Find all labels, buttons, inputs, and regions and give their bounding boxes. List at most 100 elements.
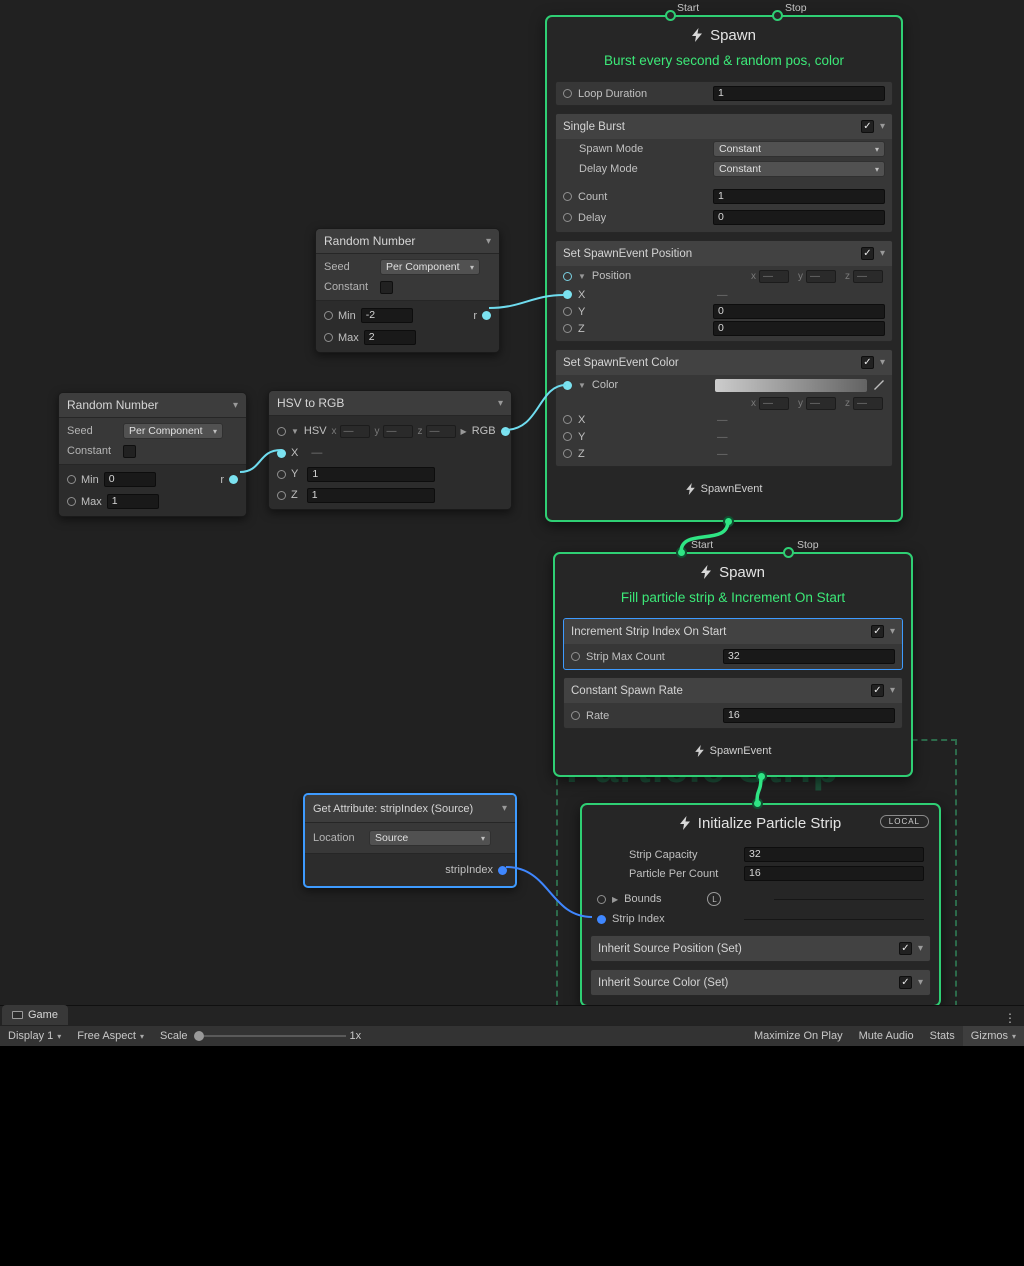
position-port[interactable] bbox=[563, 272, 572, 281]
collapse-chevron-icon[interactable]: ▾ bbox=[502, 803, 507, 814]
local-badge[interactable]: LOCAL bbox=[880, 815, 929, 828]
block-enabled-checkbox[interactable]: ✓ bbox=[861, 120, 874, 133]
aspect-dropdown[interactable]: Free Aspect ▾ bbox=[69, 1026, 152, 1046]
position-z-field[interactable]: 0 bbox=[713, 321, 885, 336]
hsv-input-port[interactable] bbox=[277, 427, 286, 436]
particle-per-count-field[interactable]: 16 bbox=[744, 866, 924, 881]
rate-field[interactable]: 16 bbox=[723, 708, 895, 723]
rgb-output-port[interactable] bbox=[501, 427, 510, 436]
stripindex-output-port[interactable] bbox=[498, 866, 507, 875]
expand-triangle-icon[interactable]: ▼ bbox=[291, 427, 299, 436]
r-output-port[interactable] bbox=[482, 311, 491, 320]
block-chevron-icon[interactable]: ▾ bbox=[918, 943, 923, 954]
loop-duration-port[interactable] bbox=[563, 89, 572, 98]
spawn-mode-dropdown[interactable]: Constant ▾ bbox=[713, 141, 885, 157]
stop-flow-port[interactable] bbox=[783, 547, 794, 558]
local-space-toggle-icon[interactable]: L bbox=[707, 892, 721, 906]
block-chevron-icon[interactable]: ▾ bbox=[890, 685, 895, 696]
rate-port[interactable] bbox=[571, 711, 580, 720]
position-y-port[interactable] bbox=[563, 307, 572, 316]
delay-mode-dropdown[interactable]: Constant ▾ bbox=[713, 161, 885, 177]
block-enabled-checkbox[interactable]: ✓ bbox=[861, 356, 874, 369]
min-value-field[interactable]: 0 bbox=[104, 472, 156, 487]
stop-flow-port[interactable] bbox=[772, 10, 783, 21]
x-input-port[interactable] bbox=[277, 449, 286, 458]
expand-triangle-icon[interactable]: ▼ bbox=[578, 272, 586, 281]
block-constant-spawn-rate[interactable]: Constant Spawn Rate ✓ ▾ Rate 16 bbox=[563, 677, 903, 729]
color-x-port[interactable] bbox=[563, 415, 572, 424]
seed-dropdown[interactable]: Per Component ▾ bbox=[380, 259, 480, 275]
block-chevron-icon[interactable]: ▾ bbox=[880, 121, 885, 132]
expand-triangle-icon[interactable]: ▶ bbox=[612, 895, 618, 904]
stats-button[interactable]: Stats bbox=[922, 1026, 963, 1046]
position-x-port[interactable] bbox=[563, 290, 572, 299]
start-flow-port[interactable] bbox=[665, 10, 676, 21]
maximize-on-play-button[interactable]: Maximize On Play bbox=[746, 1026, 851, 1046]
block-enabled-checkbox[interactable]: ✓ bbox=[871, 625, 884, 638]
eyedropper-icon[interactable] bbox=[873, 379, 885, 391]
seed-dropdown[interactable]: Per Component ▾ bbox=[123, 423, 223, 439]
block-inherit-source-position[interactable]: Inherit Source Position (Set) ✓ ▾ bbox=[590, 935, 931, 962]
game-tab[interactable]: Game bbox=[2, 1005, 68, 1025]
z-value-field[interactable]: 1 bbox=[307, 488, 435, 503]
min-value-field[interactable]: -2 bbox=[361, 308, 413, 323]
location-dropdown[interactable]: Source ▾ bbox=[369, 830, 491, 846]
delay-port[interactable] bbox=[563, 213, 572, 222]
r-output-port[interactable] bbox=[229, 475, 238, 484]
block-enabled-checkbox[interactable]: ✓ bbox=[899, 942, 912, 955]
y-mini-field[interactable]: — bbox=[383, 425, 413, 438]
spawn-context-1[interactable]: Start Stop Spawn Burst every second & ra… bbox=[545, 15, 903, 522]
z-mini-field[interactable]: — bbox=[853, 270, 883, 283]
collapse-chevron-icon[interactable]: ▾ bbox=[486, 236, 491, 247]
x-mini-field[interactable]: — bbox=[340, 425, 370, 438]
collapse-chevron-icon[interactable]: ▾ bbox=[233, 400, 238, 411]
y-value-field[interactable]: 1 bbox=[307, 467, 435, 482]
spawnevent-output-port[interactable] bbox=[756, 771, 767, 782]
block-chevron-icon[interactable]: ▾ bbox=[880, 248, 885, 259]
z-mini-field[interactable]: — bbox=[853, 397, 883, 410]
node-title-bar[interactable]: Random Number ▾ bbox=[59, 393, 246, 418]
scale-slider[interactable] bbox=[194, 1031, 346, 1041]
node-get-attribute-stripindex[interactable]: Get Attribute: stripIndex (Source) ▾ Loc… bbox=[303, 793, 517, 888]
block-inherit-source-color[interactable]: Inherit Source Color (Set) ✓ ▾ bbox=[590, 969, 931, 996]
color-z-port[interactable] bbox=[563, 449, 572, 458]
y-mini-field[interactable]: — bbox=[806, 270, 836, 283]
node-title-bar[interactable]: Get Attribute: stripIndex (Source) ▾ bbox=[305, 795, 515, 823]
node-random-number-1[interactable]: Random Number ▾ Seed Per Component ▾ Con… bbox=[315, 228, 500, 353]
block-set-spawnevent-color[interactable]: Set SpawnEvent Color ✓ ▾ ▼ Color bbox=[555, 349, 893, 467]
constant-checkbox[interactable] bbox=[380, 281, 393, 294]
block-chevron-icon[interactable]: ▾ bbox=[880, 357, 885, 368]
node-hsv-to-rgb[interactable]: HSV to RGB ▾ ▼ HSV x— y— z— ▶ RGB X — bbox=[268, 390, 512, 510]
initialize-particle-strip-context[interactable]: Initialize Particle Strip LOCAL Strip Ca… bbox=[580, 803, 941, 1005]
loop-duration-field[interactable]: 1 bbox=[713, 86, 885, 101]
initialize-input-port[interactable] bbox=[752, 798, 763, 809]
max-value-field[interactable]: 2 bbox=[364, 330, 416, 345]
color-swatch-field[interactable] bbox=[715, 379, 867, 392]
strip-capacity-field[interactable]: 32 bbox=[744, 847, 924, 862]
count-field[interactable]: 1 bbox=[713, 189, 885, 204]
block-single-burst[interactable]: Single Burst ✓ ▾ Spawn Mode Constant ▾ bbox=[555, 113, 893, 233]
spawnevent-output-port[interactable] bbox=[723, 516, 734, 527]
block-enabled-checkbox[interactable]: ✓ bbox=[899, 976, 912, 989]
z-input-port[interactable] bbox=[277, 491, 286, 500]
max-value-field[interactable]: 1 bbox=[107, 494, 159, 509]
x-mini-field[interactable]: — bbox=[759, 397, 789, 410]
scale-slider-track[interactable] bbox=[204, 1035, 346, 1037]
min-input-port[interactable] bbox=[324, 311, 333, 320]
position-z-port[interactable] bbox=[563, 324, 572, 333]
strip-max-count-field[interactable]: 32 bbox=[723, 649, 895, 664]
strip-max-count-port[interactable] bbox=[571, 652, 580, 661]
vfx-graph-canvas[interactable]: Particle Strip Random Number ▾ Seed Per … bbox=[0, 0, 1024, 1005]
node-title-bar[interactable]: Random Number ▾ bbox=[316, 229, 499, 254]
x-mini-field[interactable]: — bbox=[759, 270, 789, 283]
position-y-field[interactable]: 0 bbox=[713, 304, 885, 319]
block-loop-duration[interactable]: Loop Duration 1 bbox=[555, 81, 893, 106]
color-port[interactable] bbox=[563, 381, 572, 390]
y-mini-field[interactable]: — bbox=[806, 397, 836, 410]
block-chevron-icon[interactable]: ▾ bbox=[890, 626, 895, 637]
count-port[interactable] bbox=[563, 192, 572, 201]
gizmos-dropdown[interactable]: Gizmos ▾ bbox=[963, 1026, 1024, 1046]
z-mini-field[interactable]: — bbox=[426, 425, 456, 438]
strip-index-port[interactable] bbox=[597, 915, 606, 924]
block-enabled-checkbox[interactable]: ✓ bbox=[861, 247, 874, 260]
